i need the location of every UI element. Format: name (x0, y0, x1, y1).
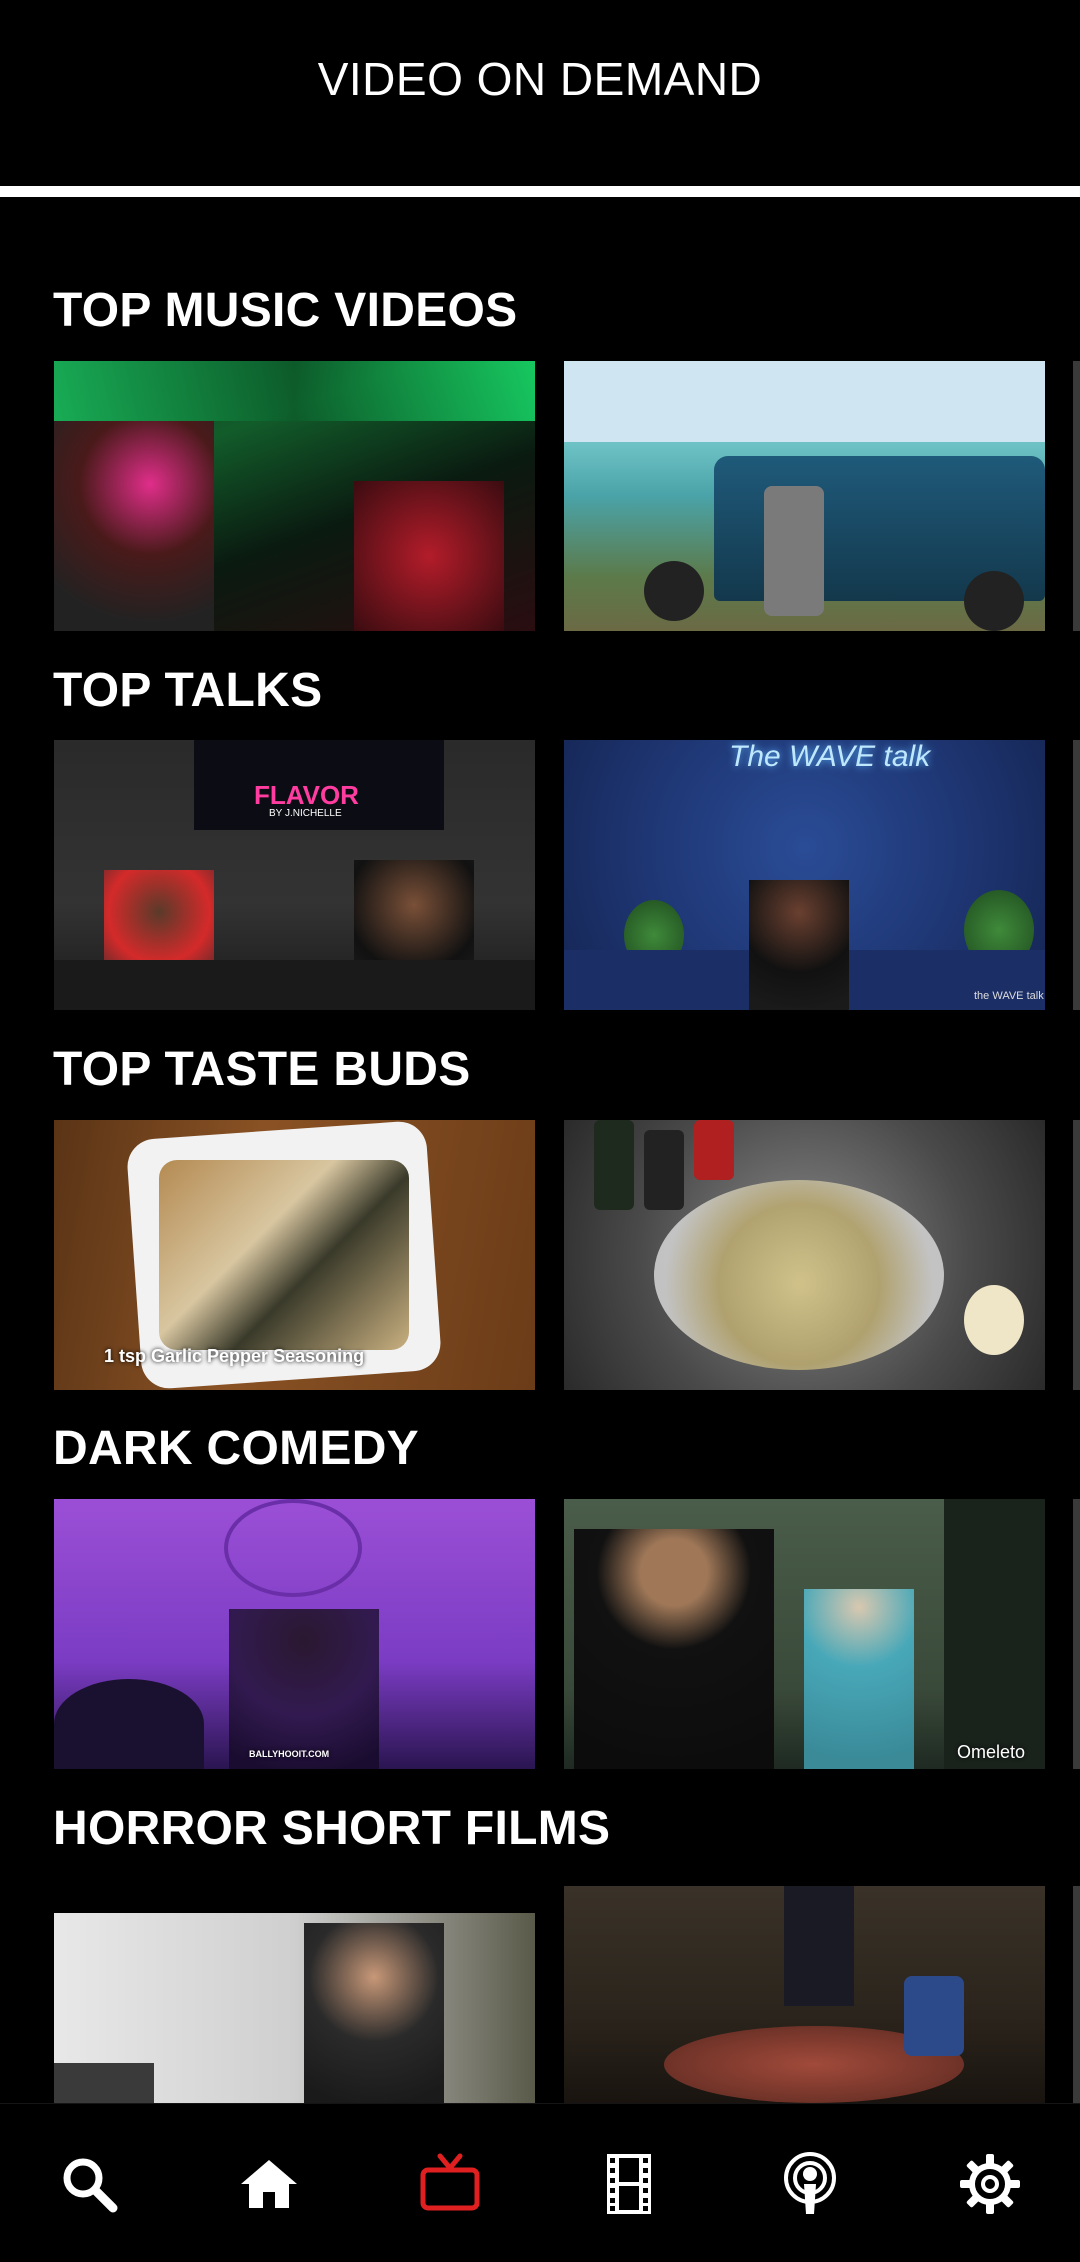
thumbnail-watermark: Omeleto (957, 1742, 1026, 1762)
page-title: VIDEO ON DEMAND (317, 53, 763, 105)
video-thumbnail[interactable] (54, 1913, 535, 2103)
nav-movies[interactable] (589, 2144, 669, 2224)
gear-icon (960, 2154, 1020, 2214)
next-thumbnail-peek (1073, 1120, 1080, 1390)
video-thumbnail[interactable]: 1 tsp Garlic Pepper Seasoning (54, 1120, 535, 1390)
video-thumbnail[interactable] (54, 361, 535, 631)
home-icon (241, 2160, 297, 2208)
carousel-top-music-videos[interactable] (0, 361, 1080, 631)
search-icon (63, 2158, 118, 2213)
nav-home[interactable] (229, 2144, 309, 2224)
carousel-horror-short-films[interactable] (0, 1886, 1080, 2103)
video-thumbnail[interactable] (564, 361, 1045, 631)
carousel-top-taste-buds[interactable]: 1 tsp Garlic Pepper Seasoning (0, 1120, 1080, 1390)
section-title-horror-short-films: HORROR SHORT FILMS (53, 1802, 611, 1855)
video-thumbnail[interactable] (564, 1120, 1045, 1390)
carousel-top-talks[interactable]: FLAVOR BY J.NICHELLE The WAVE talk the W… (0, 740, 1080, 1010)
next-thumbnail-peek (1073, 740, 1080, 1010)
nav-settings[interactable] (950, 2144, 1030, 2224)
nav-live-tv[interactable] (410, 2144, 490, 2224)
podcast-icon (784, 2152, 836, 2214)
thumbnail-caption: 1 tsp Garlic Pepper Seasoning (104, 1346, 365, 1366)
next-thumbnail-peek (1073, 1886, 1080, 2103)
thumbnail-watermark: BALLYHOOIT.COM (249, 1749, 330, 1759)
next-thumbnail-peek (1073, 361, 1080, 631)
nav-podcasts[interactable] (770, 2144, 850, 2224)
video-thumbnail[interactable]: The WAVE talk the WAVE talk (564, 740, 1045, 1010)
header-divider (0, 186, 1080, 197)
section-title-top-taste-buds: TOP TASTE BUDS (53, 1043, 471, 1096)
section-title-top-music-videos: TOP MUSIC VIDEOS (53, 284, 518, 337)
tv-icon (420, 2153, 480, 2211)
thumbnail-caption: The WAVE talk (729, 740, 931, 773)
nav-search[interactable] (49, 2144, 129, 2224)
video-thumbnail[interactable]: FLAVOR BY J.NICHELLE (54, 740, 535, 1010)
thumbnail-caption: FLAVOR (254, 780, 359, 810)
carousel-dark-comedy[interactable]: BALLYHOOIT.COM Omeleto (0, 1499, 1080, 1769)
video-thumbnail[interactable] (564, 1886, 1045, 2103)
video-thumbnail[interactable]: Omeleto (564, 1499, 1045, 1769)
video-thumbnail[interactable]: BALLYHOOIT.COM (54, 1499, 535, 1769)
next-thumbnail-peek (1073, 1499, 1080, 1769)
section-title-dark-comedy: DARK COMEDY (53, 1422, 419, 1475)
thumbnail-watermark: the WAVE talk (974, 990, 1044, 1002)
bottom-navigation (0, 2103, 1080, 2262)
film-icon (607, 2154, 651, 2214)
thumbnail-subcaption: BY J.NICHELLE (269, 808, 342, 819)
section-title-top-talks: TOP TALKS (53, 664, 323, 717)
app-header: VIDEO ON DEMAND (0, 0, 1080, 188)
